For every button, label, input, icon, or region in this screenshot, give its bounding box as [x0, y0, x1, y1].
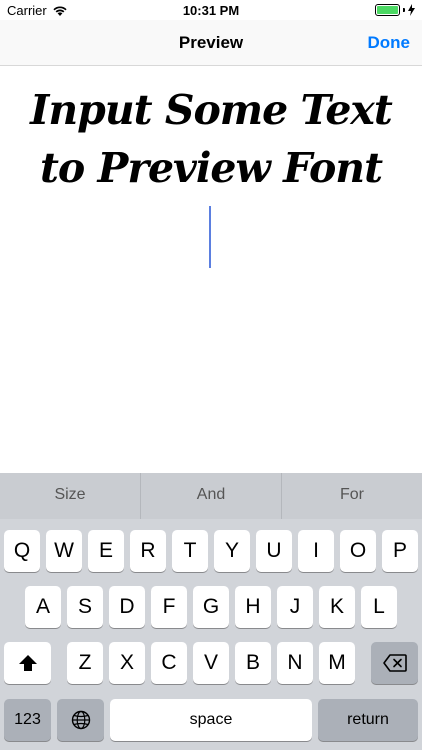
key-i[interactable]: I [298, 530, 334, 572]
key-a[interactable]: A [25, 586, 61, 628]
key-l[interactable]: L [361, 586, 397, 628]
key-x[interactable]: X [109, 642, 145, 684]
globe-icon [71, 710, 90, 730]
battery-icon [375, 4, 400, 16]
key-v[interactable]: V [193, 642, 229, 684]
key-d[interactable]: D [109, 586, 145, 628]
key-z[interactable]: Z [67, 642, 103, 684]
key-row-2: A S D F G H J K L [0, 586, 422, 628]
preview-text[interactable]: Input Some Text to Preview Font [20, 81, 402, 197]
key-j[interactable]: J [277, 586, 313, 628]
key-b[interactable]: B [235, 642, 271, 684]
globe-key[interactable] [57, 699, 104, 741]
keyboard: Size And For Q W E R T Y U I O P A S D F… [0, 473, 422, 750]
key-y[interactable]: Y [214, 530, 250, 572]
preview-area[interactable]: Input Some Text to Preview Font [0, 67, 422, 473]
key-w[interactable]: W [46, 530, 82, 572]
numbers-key[interactable]: 123 [4, 699, 51, 741]
return-key[interactable]: return [318, 699, 418, 741]
space-key[interactable]: space [110, 699, 312, 741]
charging-bolt-icon [408, 4, 415, 16]
key-h[interactable]: H [235, 586, 271, 628]
key-k[interactable]: K [319, 586, 355, 628]
text-cursor [209, 206, 211, 268]
page-title: Preview [178, 33, 244, 52]
key-n[interactable]: N [277, 642, 313, 684]
key-s[interactable]: S [67, 586, 103, 628]
key-q[interactable]: Q [4, 530, 40, 572]
key-row-4: 123 space return [0, 699, 422, 741]
key-t[interactable]: T [172, 530, 208, 572]
delete-key[interactable] [371, 642, 418, 684]
status-right [375, 4, 415, 16]
done-button[interactable]: Done [368, 33, 411, 53]
key-o[interactable]: O [340, 530, 376, 572]
predictive-bar: Size And For [0, 473, 422, 519]
backspace-icon [382, 654, 407, 672]
suggestion-2[interactable]: And [141, 473, 282, 519]
key-p[interactable]: P [382, 530, 418, 572]
key-row-1: Q W E R T Y U I O P [0, 530, 422, 572]
status-bar: Carrier 10:31 PM [0, 0, 422, 22]
key-row-3: Z X C V B N M [0, 642, 422, 684]
shift-key[interactable] [4, 642, 51, 684]
key-c[interactable]: C [151, 642, 187, 684]
key-m[interactable]: M [319, 642, 355, 684]
shift-arrow-icon [18, 655, 37, 671]
status-time: 10:31 PM [182, 3, 240, 18]
suggestion-1[interactable]: Size [0, 473, 141, 519]
suggestion-3[interactable]: For [282, 473, 422, 519]
battery-cap [403, 8, 405, 12]
navigation-bar: Preview Done [0, 20, 422, 66]
key-e[interactable]: E [88, 530, 124, 572]
key-g[interactable]: G [193, 586, 229, 628]
key-r[interactable]: R [130, 530, 166, 572]
key-f[interactable]: F [151, 586, 187, 628]
key-u[interactable]: U [256, 530, 292, 572]
